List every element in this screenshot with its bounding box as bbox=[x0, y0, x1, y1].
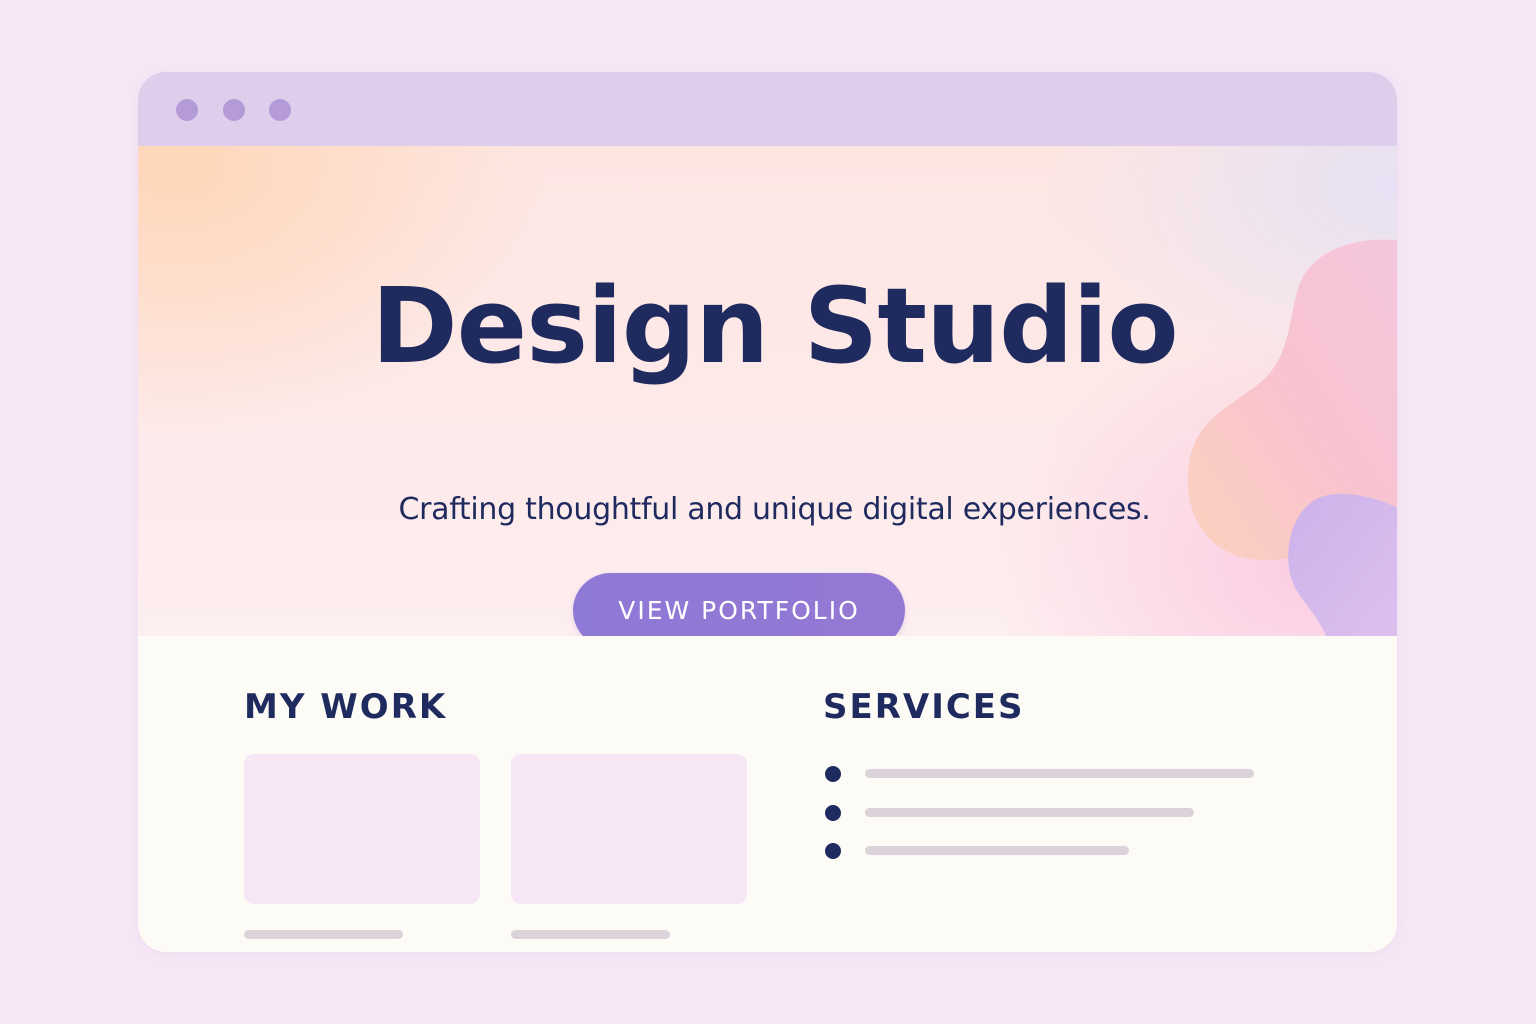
hero-title: Design Studio bbox=[371, 265, 1178, 387]
card-caption-placeholder bbox=[511, 930, 670, 939]
bullet-icon bbox=[825, 766, 841, 782]
decorative-blobs bbox=[1187, 239, 1397, 636]
service-text-placeholder bbox=[865, 846, 1129, 855]
view-portfolio-button[interactable]: VIEW PORTFOLIO bbox=[573, 573, 905, 636]
card-caption-placeholder bbox=[244, 930, 403, 939]
service-text-placeholder bbox=[865, 808, 1194, 817]
browser-window: Design Studio Crafting thoughtful and un… bbox=[138, 72, 1397, 952]
content-section: MY WORK SERVICES bbox=[138, 636, 1397, 952]
bullet-icon bbox=[825, 843, 841, 859]
my-work-heading: MY WORK bbox=[244, 687, 448, 727]
window-control-dot[interactable] bbox=[223, 99, 245, 121]
bullet-icon bbox=[825, 805, 841, 821]
window-control-dot[interactable] bbox=[269, 99, 291, 121]
services-heading: SERVICES bbox=[823, 687, 1025, 727]
window-control-dot[interactable] bbox=[176, 99, 198, 121]
work-card[interactable] bbox=[511, 754, 747, 904]
work-card[interactable] bbox=[244, 754, 480, 904]
hero-subtitle: Crafting thoughtful and unique digital e… bbox=[398, 492, 1151, 527]
hero-section: Design Studio Crafting thoughtful and un… bbox=[138, 146, 1397, 636]
browser-titlebar bbox=[138, 72, 1397, 146]
service-text-placeholder bbox=[865, 769, 1254, 778]
